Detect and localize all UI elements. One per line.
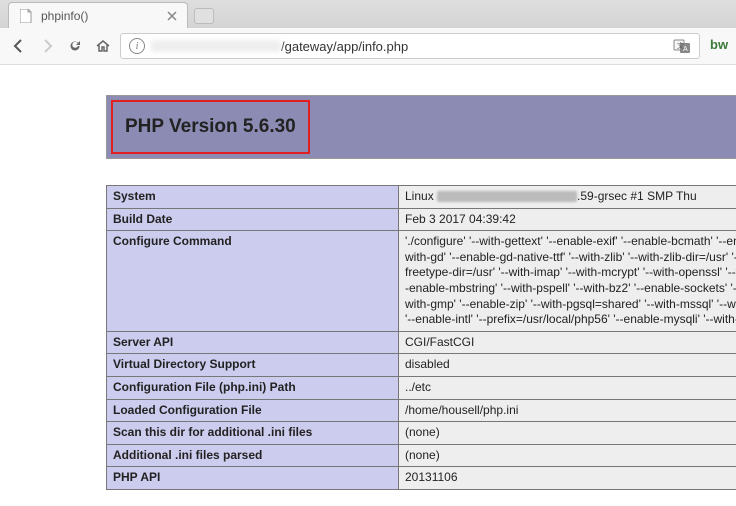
info-value: ../etc bbox=[399, 376, 736, 399]
table-row: Configuration File (php.ini) Path../etc bbox=[107, 376, 736, 399]
info-value: (none) bbox=[399, 444, 736, 467]
info-value: 20131106 bbox=[399, 467, 736, 490]
info-key: Build Date bbox=[107, 208, 399, 231]
browser-chrome: phpinfo() i xxxxxxxxx/gateway/app/info.p… bbox=[0, 0, 736, 65]
tab-title: phpinfo() bbox=[41, 9, 159, 23]
table-row: Virtual Directory Supportdisabled bbox=[107, 354, 736, 377]
table-row: Loaded Configuration File/home/housell/p… bbox=[107, 399, 736, 422]
close-icon[interactable] bbox=[167, 11, 177, 21]
php-version-title: PHP Version 5.6.30 bbox=[125, 116, 296, 138]
info-value: './configure' '--with-gettext' '--enable… bbox=[399, 231, 736, 332]
table-row: Additional .ini files parsed(none) bbox=[107, 444, 736, 467]
info-value: Linux .59-grsec #1 SMP Thu bbox=[399, 186, 736, 209]
extension-icon[interactable]: bw bbox=[710, 37, 728, 55]
browser-tab[interactable]: phpinfo() bbox=[8, 2, 188, 28]
php-header: PHP Version 5.6.30 bbox=[106, 95, 736, 159]
table-row: Server APICGI/FastCGI bbox=[107, 331, 736, 354]
info-value: disabled bbox=[399, 354, 736, 377]
info-key: PHP API bbox=[107, 467, 399, 490]
new-tab-button[interactable] bbox=[194, 8, 214, 24]
info-value: Feb 3 2017 04:39:42 bbox=[399, 208, 736, 231]
info-key: Configure Command bbox=[107, 231, 399, 332]
back-button[interactable] bbox=[8, 35, 30, 57]
browser-toolbar: i xxxxxxxxx/gateway/app/info.php 文A bw bbox=[0, 28, 736, 65]
address-bar[interactable]: i xxxxxxxxx/gateway/app/info.php 文A bbox=[120, 33, 700, 59]
page-content: PHP Version 5.6.30 SystemLinux .59-grsec… bbox=[0, 65, 736, 490]
info-value: CGI/FastCGI bbox=[399, 331, 736, 354]
url-host-blurred: xxxxxxxxx bbox=[151, 40, 281, 52]
info-key: Virtual Directory Support bbox=[107, 354, 399, 377]
table-row: PHP API20131106 bbox=[107, 467, 736, 490]
table-row: Configure Command'./configure' '--with-g… bbox=[107, 231, 736, 332]
url-path: /gateway/app/info.php bbox=[281, 39, 408, 54]
info-value: /home/housell/php.ini bbox=[399, 399, 736, 422]
table-row: SystemLinux .59-grsec #1 SMP Thu bbox=[107, 186, 736, 209]
table-row: Build DateFeb 3 2017 04:39:42 bbox=[107, 208, 736, 231]
table-row: Scan this dir for additional .ini files(… bbox=[107, 422, 736, 445]
svg-text:A: A bbox=[683, 46, 688, 53]
info-key: Loaded Configuration File bbox=[107, 399, 399, 422]
translate-icon[interactable]: 文A bbox=[673, 37, 691, 55]
info-key: Additional .ini files parsed bbox=[107, 444, 399, 467]
info-key: Scan this dir for additional .ini files bbox=[107, 422, 399, 445]
info-key: Server API bbox=[107, 331, 399, 354]
redacted-text bbox=[437, 191, 577, 202]
tab-bar: phpinfo() bbox=[0, 0, 736, 28]
php-version-highlight: PHP Version 5.6.30 bbox=[111, 100, 310, 154]
info-value: (none) bbox=[399, 422, 736, 445]
info-key: System bbox=[107, 186, 399, 209]
page-icon bbox=[19, 9, 33, 23]
phpinfo-table: SystemLinux .59-grsec #1 SMP ThuBuild Da… bbox=[106, 185, 736, 490]
reload-button[interactable] bbox=[64, 35, 86, 57]
site-info-icon[interactable]: i bbox=[129, 38, 145, 54]
forward-button[interactable] bbox=[36, 35, 58, 57]
info-key: Configuration File (php.ini) Path bbox=[107, 376, 399, 399]
url-text: xxxxxxxxx/gateway/app/info.php bbox=[151, 39, 408, 54]
home-button[interactable] bbox=[92, 35, 114, 57]
